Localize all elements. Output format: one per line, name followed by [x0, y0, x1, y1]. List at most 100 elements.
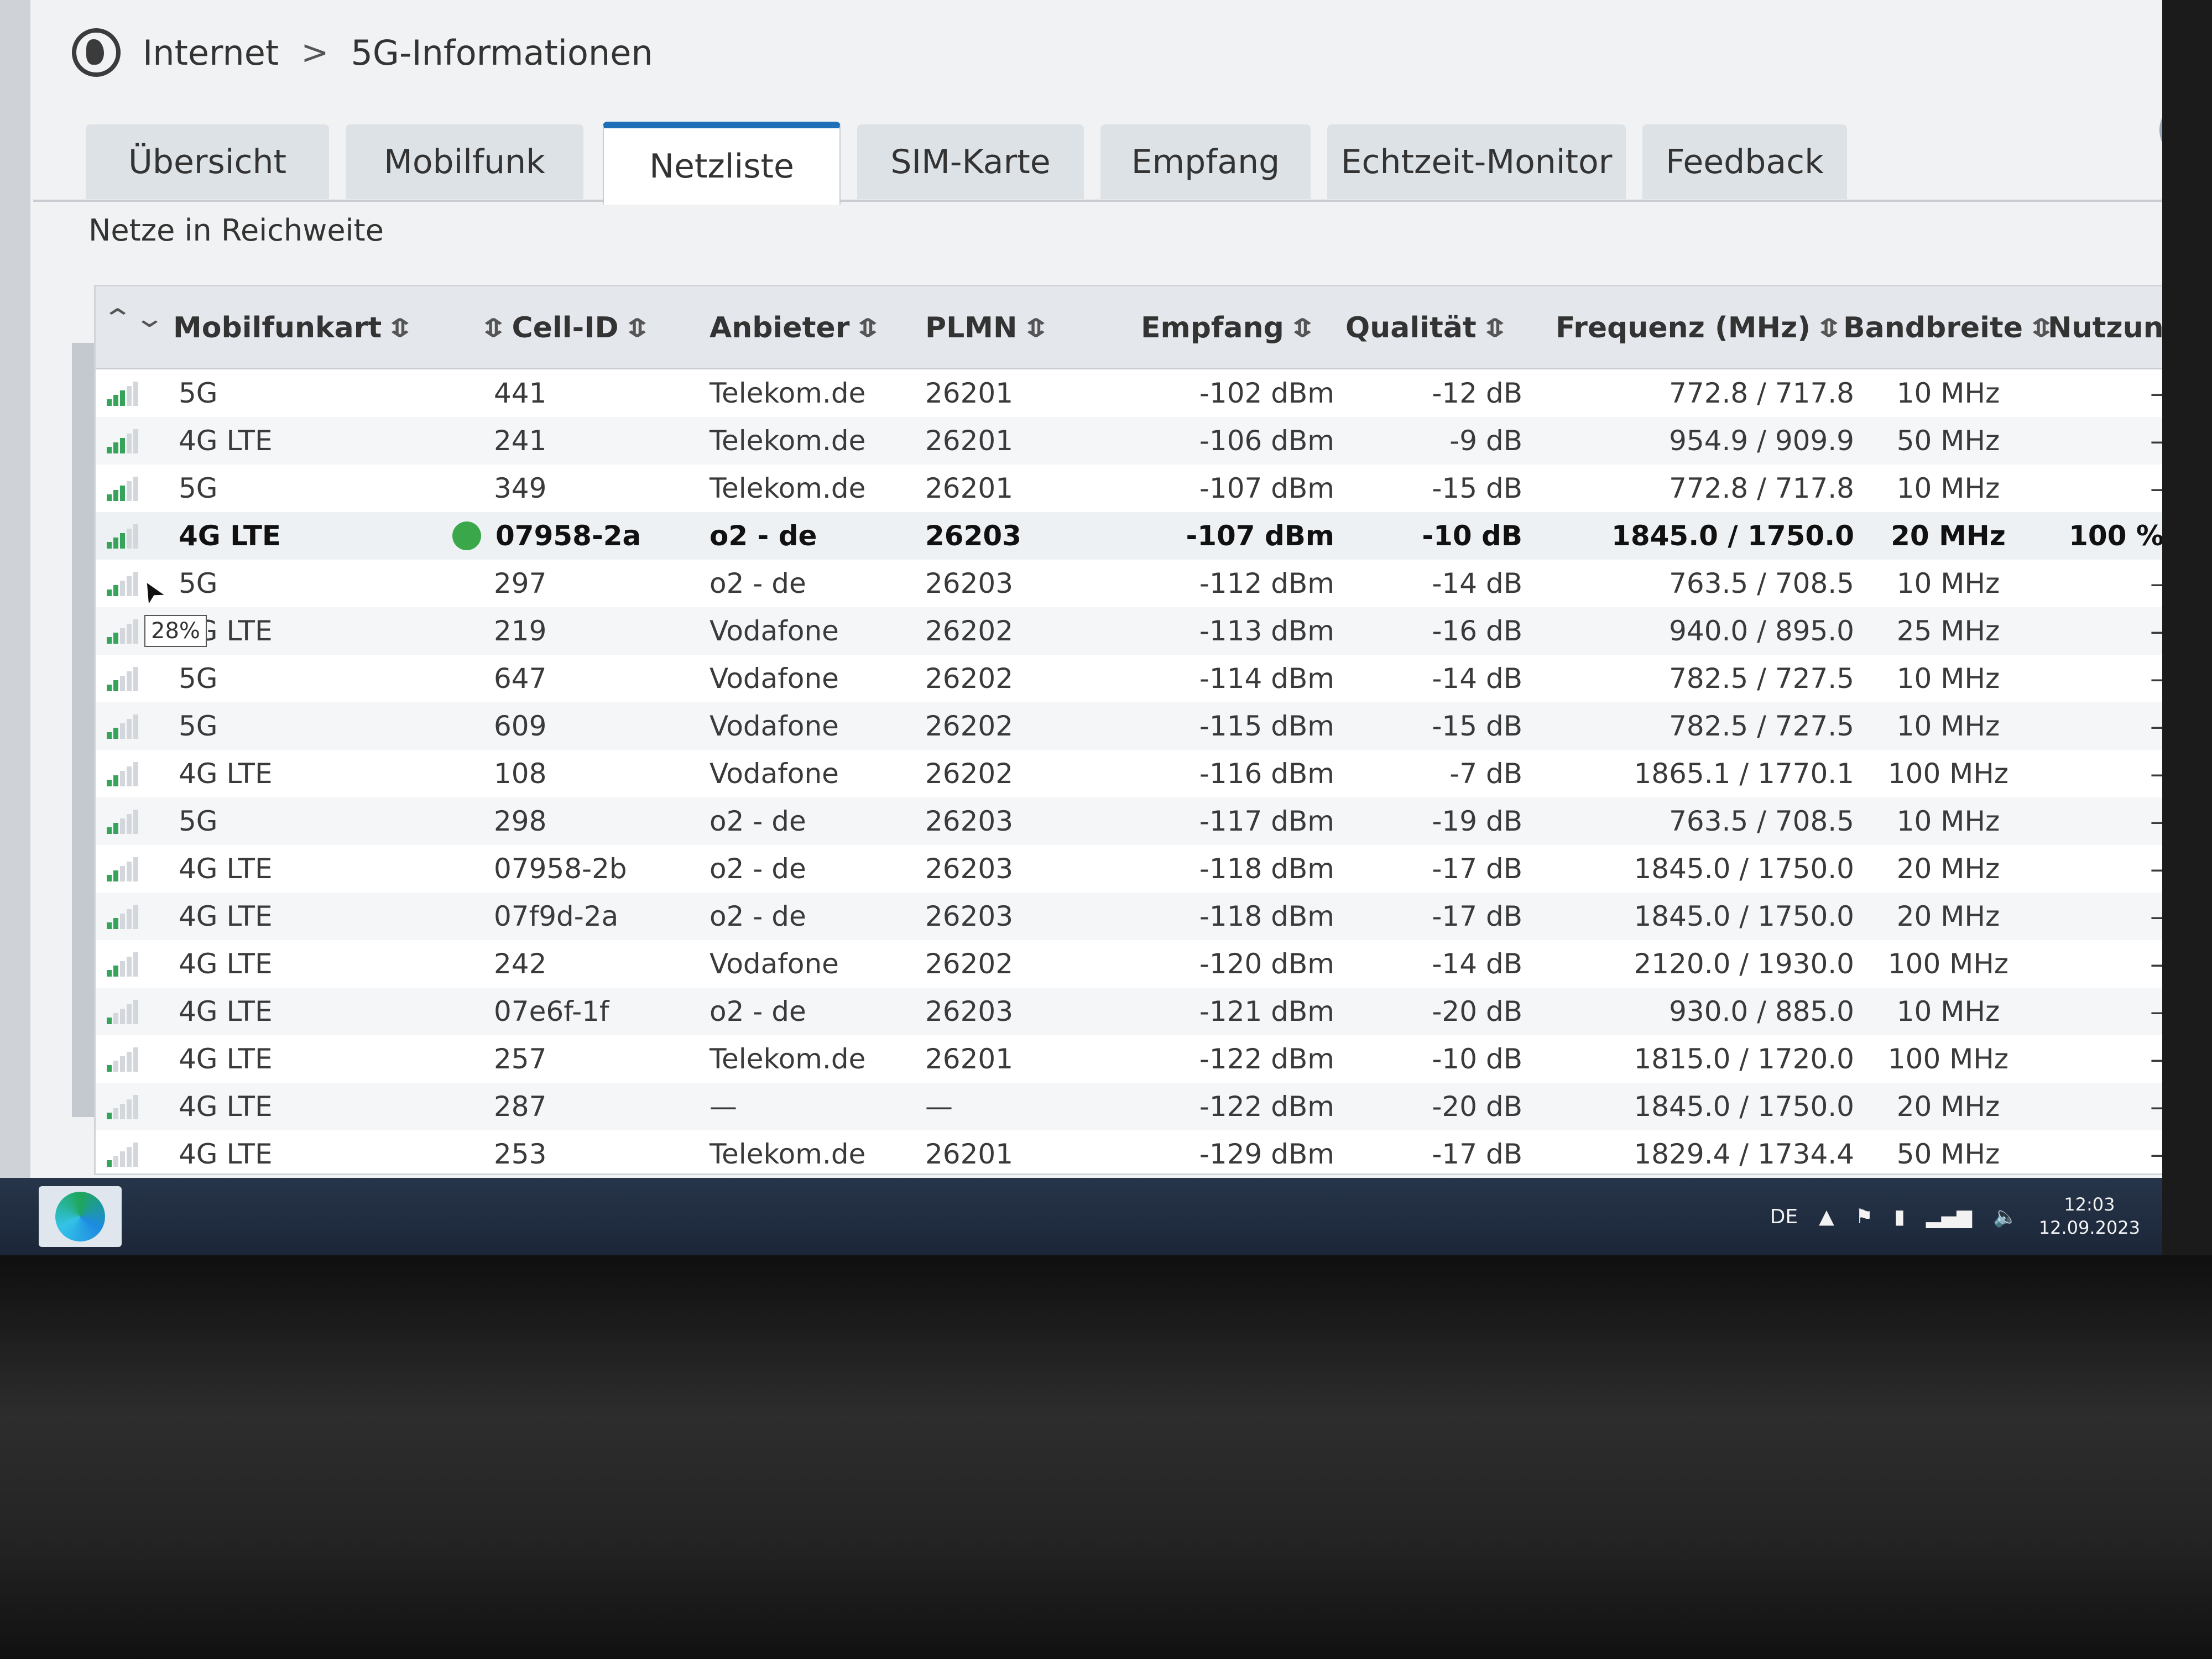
- cell-nutzung: –: [2042, 655, 2162, 702]
- cell-text: –: [2150, 853, 2162, 885]
- cell-text: 5G: [179, 377, 218, 409]
- flag-icon[interactable]: ⚑: [1855, 1206, 1873, 1228]
- breadcrumb-separator: >: [301, 33, 329, 72]
- table-row[interactable]: 5G 609 Vodafone 26202 -115 dBm -15 dB 782.5 / …: [96, 702, 2162, 750]
- cell-text: –: [2150, 1091, 2162, 1123]
- table-row[interactable]: 5G 298 o2 - de 26203 -117 dBm -19 dB 763.5 / 7…: [96, 797, 2162, 845]
- cell-text: 349: [494, 472, 547, 504]
- cell-frequenz: 940.0 / 895.0: [1545, 607, 1854, 655]
- cell-plmn: 26202: [925, 750, 1091, 797]
- table-row[interactable]: 5G 647 Vodafone 26202 -114 dBm -14 dB 782.5 / …: [96, 655, 2162, 702]
- breadcrumb-internet[interactable]: Internet: [143, 33, 279, 73]
- sort-icon: ⇕: [1813, 313, 1845, 343]
- cell-nutzung: –: [2042, 893, 2162, 940]
- cell-text: 1829.4 / 1734.4: [1634, 1138, 1854, 1170]
- cell-bandbreite: 100 MHz: [1860, 1035, 2037, 1083]
- cell-text: 26201: [925, 377, 1014, 409]
- tab-uebersicht[interactable]: Übersicht: [86, 124, 329, 199]
- cell-anbieter: Vodafone: [709, 655, 920, 702]
- column-header-bandbreite[interactable]: Bandbreite ⇕: [1843, 303, 2057, 353]
- cell-text: 10 MHz: [1896, 995, 2000, 1027]
- table-row[interactable]: 4G LTE 219 Vodafone 26202 -113 dBm -16 dB 940.…: [96, 607, 2162, 655]
- table-row[interactable]: 4G LTE 07958-2a o2 - de 26203 -107 dBm -10 dB…: [96, 512, 2162, 560]
- cell-mobilfunkart: 5G: [179, 465, 455, 512]
- tab-empfang[interactable]: Empfang: [1100, 124, 1311, 199]
- cell-text: 20 MHz: [1896, 1091, 2000, 1123]
- column-header-nutzung[interactable]: Nutzung⇕: [2048, 303, 2162, 353]
- cell-plmn: 26201: [925, 1035, 1091, 1083]
- column-header-empfang[interactable]: Empfang ⇕: [1141, 303, 1318, 353]
- table-row[interactable]: 5G 441 Telekom.de 26201 -102 dBm -12 dB 772.8 …: [96, 369, 2162, 417]
- cell-text: 26201: [925, 425, 1014, 457]
- cell-cell-id: 349: [494, 465, 704, 512]
- table-row[interactable]: 4G LTE 108 Vodafone 26202 -116 dBm -7 dB 1865.…: [96, 750, 2162, 797]
- cell-nutzung: –: [2042, 845, 2162, 893]
- clock[interactable]: 12:03 12.09.2023: [2039, 1193, 2140, 1239]
- window-left-edge: [0, 0, 30, 1178]
- cell-text: 4G LTE: [179, 900, 273, 932]
- table-row[interactable]: 4G LTE 253 Telekom.de 26201 -129 dBm -17 dB 18…: [96, 1130, 2162, 1178]
- column-header-plmn[interactable]: PLMN ⇕: [925, 303, 1052, 353]
- tab-echtzeit-monitor[interactable]: Echtzeit-Monitor: [1327, 124, 1626, 199]
- cell-text: 108: [494, 758, 547, 790]
- signal-icon[interactable]: ▂▄▆: [1926, 1206, 1972, 1228]
- cell-anbieter: —: [709, 1083, 920, 1130]
- column-header-mobilfunkart[interactable]: Mobilfunkart ⇕: [173, 303, 416, 353]
- table-row[interactable]: 4G LTE 07e6f-1f o2 - de 26203 -121 dBm -20 dB…: [96, 988, 2162, 1035]
- cell-anbieter: Telekom.de: [709, 369, 920, 417]
- table-row[interactable]: 4G LTE 242 Vodafone 26202 -120 dBm -14 dB 2120…: [96, 940, 2162, 988]
- cell-mobilfunkart: 5G: [179, 797, 455, 845]
- signal-strength-icon: [107, 523, 140, 549]
- cell-bandbreite: 10 MHz: [1860, 797, 2037, 845]
- battery-icon[interactable]: ▮: [1894, 1206, 1905, 1228]
- cell-mobilfunkart: 4G LTE: [179, 417, 455, 465]
- tab-mobilfunk[interactable]: Mobilfunk: [346, 124, 583, 199]
- cell-text: –: [2150, 1043, 2162, 1075]
- table-row[interactable]: 4G LTE 241 Telekom.de 26201 -106 dBm -9 dB 954…: [96, 417, 2162, 465]
- edge-browser-icon[interactable]: [39, 1186, 122, 1247]
- cell-text: –: [2150, 1138, 2162, 1170]
- column-header-qualitaet[interactable]: Qualität ⇕: [1345, 303, 1511, 353]
- cell-text: -106 dBm: [1199, 425, 1334, 457]
- cell-cell-id: 07958-2a: [452, 512, 662, 560]
- table-row[interactable]: 5G 349 Telekom.de 26201 -107 dBm -15 dB 772.8 …: [96, 465, 2162, 512]
- sort-icon: ⇕: [1019, 313, 1052, 343]
- table-row[interactable]: 4G LTE 07f9d-2a o2 - de 26203 -118 dBm -17 dB…: [96, 893, 2162, 940]
- cell-empfang: -129 dBm: [1124, 1130, 1334, 1178]
- cell-text: -114 dBm: [1199, 662, 1334, 695]
- cell-bandbreite: 10 MHz: [1860, 702, 2037, 750]
- cell-text: Vodafone: [709, 710, 839, 742]
- cell-cell-id: 441: [494, 369, 704, 417]
- tab-netzliste[interactable]: Netzliste: [603, 122, 841, 205]
- table-row[interactable]: 5G 297 o2 - de 26203 -112 dBm -14 dB 763.5 / 7…: [96, 560, 2162, 611]
- cell-qualitaet: -20 dB: [1345, 988, 1522, 1035]
- table-row[interactable]: 4G LTE 07958-2b o2 - de 26203 -118 dBm -17 dB…: [96, 845, 2162, 893]
- cell-mobilfunkart: 4G LTE: [179, 1035, 455, 1083]
- cell-text: 5G: [179, 710, 218, 742]
- signal-strength-icon: [107, 856, 140, 881]
- column-header-anbieter[interactable]: Anbieter ⇕: [709, 303, 884, 353]
- cell-bandbreite: 20 MHz: [1860, 845, 2037, 893]
- cell-text: -7 dB: [1449, 758, 1522, 790]
- cell-text: o2 - de: [709, 805, 806, 837]
- language-indicator[interactable]: DE: [1770, 1206, 1798, 1228]
- cell-text: 4G LTE: [179, 1138, 273, 1170]
- signal-strength-icon: [107, 761, 140, 786]
- cell-cell-id: 07e6f-1f: [494, 988, 704, 1035]
- speaker-icon[interactable]: 🔈: [1993, 1205, 2018, 1228]
- column-header-cell-id[interactable]: ⇕ Cell-ID ⇕: [477, 303, 653, 353]
- chevron-up-icon[interactable]: ▲: [1819, 1206, 1834, 1228]
- tab-feedback[interactable]: Feedback: [1642, 124, 1847, 199]
- table-row[interactable]: 4G LTE 287 — — -122 dBm -20 dB 1845.0 / 1750.0…: [96, 1083, 2162, 1130]
- column-header-frequenz[interactable]: Frequenz (MHz) ⇕: [1556, 303, 1845, 353]
- tab-sim-karte[interactable]: SIM-Karte: [857, 124, 1084, 199]
- cell-mobilfunkart: 5G: [179, 369, 455, 417]
- sort-all-icon[interactable]: ⌃⌄: [102, 303, 166, 333]
- cell-anbieter: o2 - de: [709, 512, 920, 560]
- table-row[interactable]: 4G LTE 257 Telekom.de 26201 -122 dBm -10 dB 18…: [96, 1035, 2162, 1083]
- cell-cell-id: 287: [494, 1083, 704, 1130]
- cell-text: o2 - de: [709, 567, 806, 599]
- cell-nutzung: –: [2042, 940, 2162, 988]
- cell-text: -17 dB: [1432, 853, 1522, 885]
- cell-text: 26202: [925, 615, 1014, 647]
